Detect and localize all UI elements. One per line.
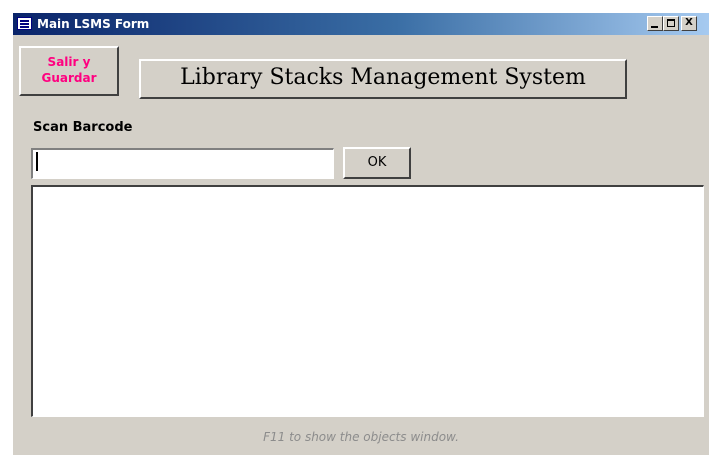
close-button[interactable]: X <box>681 16 697 31</box>
ok-button[interactable]: OK <box>343 147 411 179</box>
results-list[interactable] <box>31 185 704 417</box>
salir-y-guardar-button[interactable]: Salir y Guardar <box>19 46 119 96</box>
main-form-window: Main LSMS Form X Salir y Guardar Library… <box>13 13 709 455</box>
title-bar[interactable]: Main LSMS Form X <box>13 13 709 35</box>
salir-button-line2: Guardar <box>41 71 97 85</box>
system-title: Library Stacks Management System <box>139 59 627 99</box>
form-icon <box>17 17 32 30</box>
maximize-button[interactable] <box>663 16 679 31</box>
maximize-icon <box>667 19 675 27</box>
scan-barcode-label: Scan Barcode <box>33 120 133 135</box>
salir-button-line1: Salir y <box>47 55 91 69</box>
minimize-icon <box>651 26 658 28</box>
text-caret <box>36 152 38 171</box>
close-icon: X <box>685 17 693 28</box>
window-title: Main LSMS Form <box>37 17 150 31</box>
minimize-button[interactable] <box>647 16 663 31</box>
barcode-input[interactable] <box>31 148 334 179</box>
objects-window-hint: F11 to show the objects window. <box>263 430 459 444</box>
